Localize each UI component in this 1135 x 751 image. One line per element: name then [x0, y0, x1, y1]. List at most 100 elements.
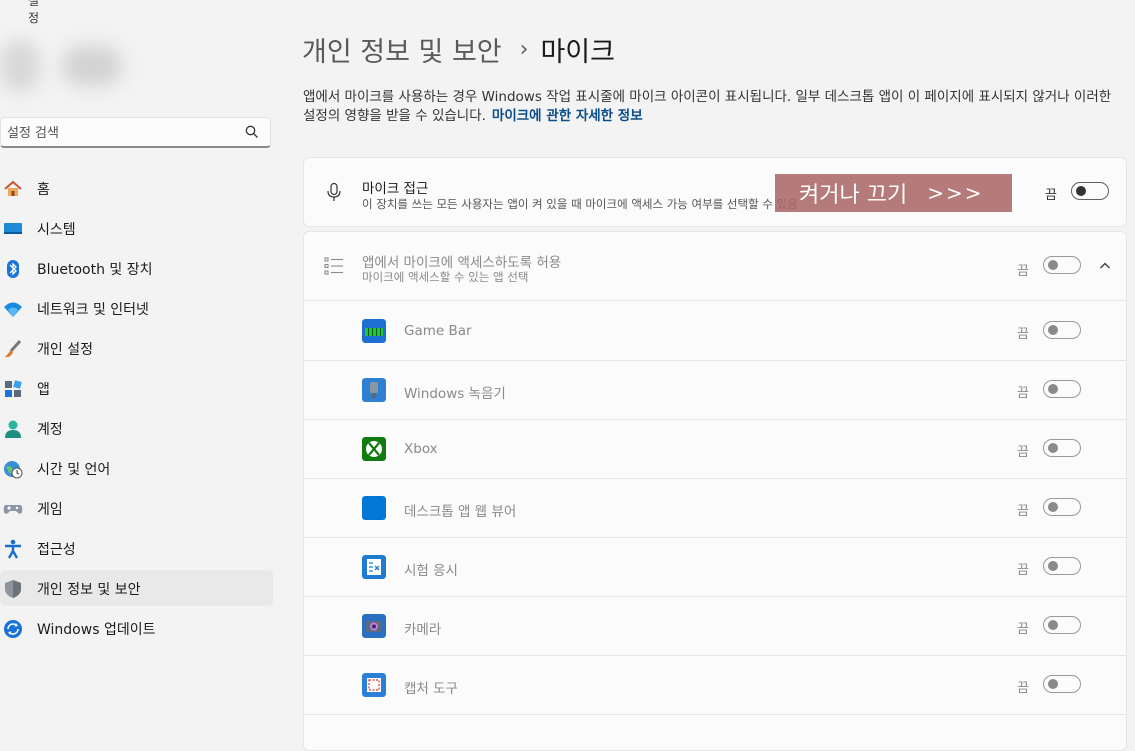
app-name: Windows 녹음기: [404, 386, 506, 402]
app-state: 끔: [1017, 327, 1029, 342]
toggle-knob: [1048, 325, 1058, 335]
sidebar-item-system[interactable]: 시스템: [0, 210, 273, 246]
sidebar-item-privacy-security[interactable]: 개인 정보 및 보안: [0, 570, 273, 606]
search-icon[interactable]: [244, 124, 260, 140]
sidebar-item-label: 게임: [37, 502, 63, 518]
sidebar-item-label: 계정: [37, 422, 63, 438]
app-access-state: 끔: [1017, 264, 1029, 279]
sidebar-item-label: 개인 설정: [37, 342, 93, 358]
mic-access-title: 마이크 접근: [362, 181, 429, 197]
page-title: 마이크: [540, 37, 615, 68]
toggle-knob: [1048, 384, 1058, 394]
sidebar-item-label: 개인 정보 및 보안: [37, 582, 141, 598]
chevron-up-icon[interactable]: [1099, 260, 1111, 272]
app-access-toggle[interactable]: [1043, 256, 1081, 274]
app-row-snipping-tool: 캡처 도구 끔: [304, 655, 1126, 715]
mic-access-subtitle: 이 장치를 쓰는 모든 사용자는 앱이 켜 있을 때 마이크에 액세스 가능 여…: [362, 197, 798, 211]
app-toggle-snipping-tool[interactable]: [1043, 675, 1081, 693]
mic-access-state: 끔: [1045, 188, 1057, 203]
app-toggle-xbox[interactable]: [1043, 439, 1081, 457]
sidebar-item-apps[interactable]: 앱: [0, 370, 273, 406]
take-a-test-icon: [362, 555, 386, 579]
app-name: 시험 응시: [404, 563, 458, 579]
gamepad-icon: [3, 505, 23, 514]
app-row-xbox: Xbox 끔: [304, 419, 1126, 479]
bluetooth-icon: [7, 260, 19, 278]
monitor-icon: [4, 223, 22, 234]
breadcrumb: 개인 정보 및 보안 › 마이크: [302, 30, 615, 69]
shield-icon: [5, 580, 21, 598]
apps-icon: [5, 380, 22, 397]
breadcrumb-parent[interactable]: 개인 정보 및 보안: [302, 30, 502, 69]
sidebar-item-bluetooth[interactable]: Bluetooth 및 장치: [0, 250, 273, 286]
annotation-arrows: >>>: [927, 181, 984, 205]
sidebar-item-network[interactable]: 네트워크 및 인터넷: [0, 290, 273, 326]
app-state: 끔: [1017, 563, 1029, 578]
brush-icon: [5, 339, 22, 358]
toggle-knob: [1048, 679, 1058, 689]
app-state: 끔: [1017, 445, 1029, 460]
app-access-subtitle: 마이크에 액세스할 수 있는 앱 선택: [362, 270, 529, 284]
mic-access-toggle[interactable]: [1071, 182, 1109, 200]
learn-more-link[interactable]: 마이크에 관한 자세한 정보: [492, 108, 643, 124]
app-row-take-a-test: 시험 응시 끔: [304, 537, 1126, 597]
app-name: Xbox: [404, 441, 438, 457]
app-toggle-game-bar[interactable]: [1043, 321, 1081, 339]
app-state: 끔: [1017, 504, 1029, 519]
avatar: [0, 40, 40, 92]
description-text: 앱에서 마이크를 사용하는 경우 Windows 작업 표시줄에 마이크 아이콘…: [303, 89, 1112, 124]
sidebar-item-accounts[interactable]: 계정: [0, 410, 273, 446]
app-row-game-bar: Game Bar 끔: [304, 301, 1126, 361]
sidebar-nav: 홈 시스템 Bluetooth 및 장치 네트워크 및 인터넷 개인 설정 앱 …: [0, 170, 273, 650]
app-state: 끔: [1017, 622, 1029, 637]
sidebar-item-accessibility[interactable]: 접근성: [0, 530, 273, 566]
app-state: 끔: [1017, 681, 1029, 696]
sidebar-item-label: 접근성: [37, 542, 76, 558]
sidebar-item-label: 앱: [37, 382, 50, 398]
app-name: 캡처 도구: [404, 681, 458, 697]
account-icon: [5, 420, 21, 438]
app-toggle-windows-recorder[interactable]: [1043, 380, 1081, 398]
sidebar-item-gaming[interactable]: 게임: [0, 490, 273, 526]
app-toggle-take-a-test[interactable]: [1043, 557, 1081, 575]
app-name: Game Bar: [404, 323, 472, 339]
voice-recorder-icon: [362, 378, 386, 402]
toggle-knob: [1048, 502, 1058, 512]
sidebar-item-personalization[interactable]: 개인 설정: [0, 330, 273, 366]
toggle-knob: [1048, 620, 1058, 630]
accessibility-icon: [5, 539, 21, 559]
sidebar-item-home[interactable]: 홈: [0, 170, 273, 206]
annotation-banner: 켜거나 끄기 >>>: [775, 174, 1012, 212]
app-access-header[interactable]: 앱에서 마이크에 액세스하도록 허용 마이크에 액세스할 수 있는 앱 선택 끔: [304, 232, 1126, 301]
annotation-text: 켜거나 끄기: [799, 183, 908, 208]
page-description: 앱에서 마이크를 사용하는 경우 Windows 작업 표시줄에 마이크 아이콘…: [303, 88, 1123, 126]
app-name: 데스크톱 앱 웹 뷰어: [404, 504, 517, 520]
game-bar-icon: [362, 319, 386, 343]
app-row-camera: 카메라 끔: [304, 596, 1126, 656]
sidebar-item-label: 홈: [37, 182, 50, 198]
web-viewer-icon: [362, 496, 386, 520]
camera-icon: [362, 614, 386, 638]
sidebar-item-label: 네트워크 및 인터넷: [37, 302, 149, 318]
window-title: 설정: [28, 0, 40, 25]
app-row-desktop-web-viewer: 데스크톱 앱 웹 뷰어 끔: [304, 478, 1126, 538]
app-access-title: 앱에서 마이크에 액세스하도록 허용: [362, 255, 562, 271]
search-input[interactable]: [5, 122, 239, 144]
sidebar-item-windows-update[interactable]: Windows 업데이트: [0, 610, 273, 646]
app-access-card: 앱에서 마이크에 액세스하도록 허용 마이크에 액세스할 수 있는 앱 선택 끔…: [303, 231, 1127, 751]
toggle-knob: [1048, 443, 1058, 453]
toggle-knob: [1048, 561, 1058, 571]
app-toggle-desktop-web-viewer[interactable]: [1043, 498, 1081, 516]
globe-clock-icon: [4, 461, 23, 479]
snipping-tool-icon: [362, 673, 386, 697]
microphone-icon: [327, 182, 341, 201]
app-name: 카메라: [404, 622, 442, 638]
sidebar-item-label: Bluetooth 및 장치: [37, 262, 153, 278]
search-box[interactable]: [0, 117, 271, 148]
toggle-knob: [1076, 186, 1086, 196]
sidebar-item-label: 시스템: [37, 222, 76, 238]
home-icon: [4, 180, 22, 196]
wifi-icon: [4, 302, 22, 317]
sidebar-item-time-language[interactable]: 시간 및 언어: [0, 450, 273, 486]
app-toggle-camera[interactable]: [1043, 616, 1081, 634]
